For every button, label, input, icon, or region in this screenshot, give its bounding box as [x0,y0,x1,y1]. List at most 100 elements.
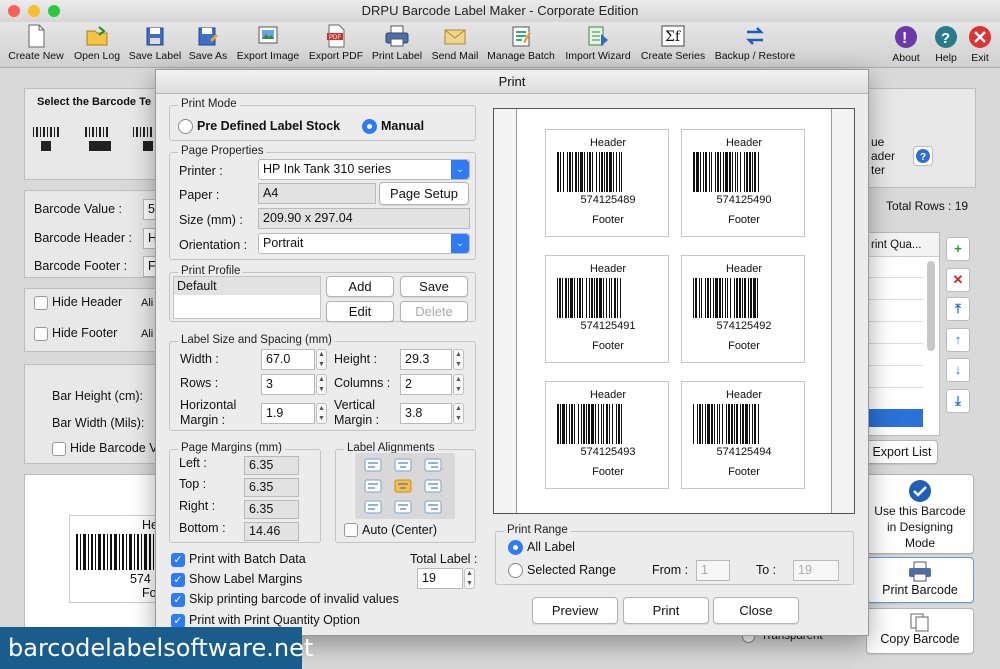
printer-select[interactable]: HP Ink Tank 310 series ⌄ [258,159,470,180]
barcode-bar [596,278,598,318]
horizontal-margin-stepper[interactable]: ▲ ▼ [316,403,327,424]
print-barcode-button[interactable]: Print Barcode [866,557,974,603]
auto-center-checkbox[interactable] [344,523,358,537]
delete-profile-button[interactable]: Delete [400,301,468,322]
columns-input[interactable]: 2 [400,374,452,395]
print-quantity-column-header[interactable]: rint Qua... [869,233,939,257]
delete-row-icon[interactable]: ✕ [946,268,970,292]
minimize-window-icon[interactable] [28,5,40,17]
barcode-bar [588,404,590,444]
save-profile-button[interactable]: Save [400,276,468,297]
copy-barcode-button[interactable]: Copy Barcode [866,608,974,654]
bottom-margin-label: Bottom : [179,521,226,535]
barcode-bar [570,278,573,318]
backup-restore-button[interactable]: Backup / Restore [712,22,798,68]
width-stepper[interactable]: ▲ ▼ [316,349,327,370]
label-size-heading: Label Size and Spacing (mm) [178,334,335,346]
selected-row[interactable] [869,409,923,427]
move-bottom-icon[interactable]: ⤓ [946,389,970,413]
hide-header-checkbox[interactable] [34,296,48,310]
move-top-icon[interactable]: ⤒ [946,297,970,321]
export-list-button[interactable]: Export List [866,440,938,464]
rows-stepper[interactable]: ▲ ▼ [316,374,327,395]
label-barcode-bars [693,152,759,192]
left-margin-field[interactable]: 6.35 [244,456,299,475]
horizontal-margin-input[interactable]: 1.9 [261,403,315,424]
help-small-button[interactable]: ? [913,146,933,166]
preview-label-card: Header 574125494 Footer [681,381,805,489]
print-quantity-option-checkbox[interactable]: ✓ [171,614,185,628]
profile-item-default[interactable]: Default [174,277,320,295]
show-label-margins-checkbox[interactable]: ✓ [171,573,185,587]
label-barcode-bars [693,278,758,318]
height-stepper[interactable]: ▲ ▼ [453,349,464,370]
barcode-bar [582,278,583,318]
vertical-margin-stepper[interactable]: ▲ ▼ [453,403,464,424]
bar-width-label: Bar Width (Mils): [52,416,145,430]
bottom-margin-field[interactable]: 14.46 [244,522,299,541]
export-image-button[interactable]: Export Image [234,22,302,68]
predefined-label-stock-radio[interactable] [178,119,193,134]
create-new-button[interactable]: Create New [4,22,68,68]
export-pdf-button[interactable]: PDF Export PDF [306,22,366,68]
manage-batch-button[interactable]: Manage Batch [484,22,558,68]
barcode-bar [715,278,718,318]
vertical-margin-input[interactable]: 3.8 [400,403,452,424]
manual-radio[interactable] [362,119,377,134]
about-button[interactable]: ! About [886,22,926,68]
height-input[interactable]: 29.3 [400,349,452,370]
barcode-bar [606,278,607,318]
skip-invalid-checkbox[interactable]: ✓ [171,593,185,607]
orientation-select[interactable]: Portrait ⌄ [258,233,470,254]
move-down-icon[interactable]: ↓ [946,358,970,382]
alignment-options-icon[interactable] [355,453,455,519]
svg-text:?: ? [920,152,926,163]
hide-footer-checkbox[interactable] [34,327,48,341]
edit-profile-button[interactable]: Edit [326,301,394,322]
top-margin-field[interactable]: 6.35 [244,478,299,497]
exit-button[interactable]: Exit [964,22,996,68]
use-in-designing-mode-button[interactable]: Use this Barcode in Designing Mode [866,474,974,554]
hide-barcode-value-checkbox[interactable] [52,442,66,456]
close-window-icon[interactable] [8,5,20,17]
width-input[interactable]: 67.0 [261,349,315,370]
help-button[interactable]: ? Help [928,22,964,68]
rows-input[interactable]: 3 [261,374,315,395]
save-as-button[interactable]: Save As [186,22,230,68]
save-label-button[interactable]: Save Label [126,22,184,68]
from-input[interactable]: 1 [696,560,730,581]
selected-range-radio[interactable] [508,563,523,578]
close-button[interactable]: Close [713,597,799,624]
barcode-bar [567,152,568,192]
import-wizard-button[interactable]: Import Wizard [562,22,634,68]
barcode-bar [578,152,579,192]
open-log-button[interactable]: Open Log [70,22,124,68]
profile-list[interactable]: Default [173,276,321,319]
create-series-button[interactable]: Σf Create Series [638,22,708,68]
total-label-stepper[interactable]: ▲ ▼ [464,568,475,589]
print-preview-area: Header 574125489 Footer Header 574125490 Foot… [493,108,855,514]
add-row-icon[interactable]: + [946,237,970,261]
barcode-type-thumbnails[interactable] [33,127,161,151]
print-label-button[interactable]: Print Label [368,22,426,68]
send-mail-button[interactable]: Send Mail [428,22,482,68]
add-profile-button[interactable]: Add [326,276,394,297]
window-title: DRPU Barcode Label Maker - Corporate Edi… [361,3,639,18]
print-button[interactable]: Print [623,597,709,624]
barcode-bar [696,152,699,192]
page-setup-button[interactable]: Page Setup [379,182,469,205]
barcode-bar [693,278,694,318]
move-up-icon[interactable]: ↑ [946,328,970,352]
grid-scrollbar[interactable] [927,261,935,351]
to-input[interactable]: 19 [793,560,839,581]
zoom-window-icon[interactable] [48,5,60,17]
preview-barcode-bars [76,534,159,570]
right-margin-field[interactable]: 6.35 [244,500,299,519]
preview-button[interactable]: Preview [532,597,618,624]
print-with-batch-data-checkbox[interactable]: ✓ [171,553,185,567]
all-label-radio[interactable] [508,540,523,555]
batch-data-grid[interactable]: rint Qua... [868,232,940,436]
barcode-bar [737,152,738,192]
total-label-input[interactable]: 19 [417,568,463,589]
columns-stepper[interactable]: ▲ ▼ [453,374,464,395]
